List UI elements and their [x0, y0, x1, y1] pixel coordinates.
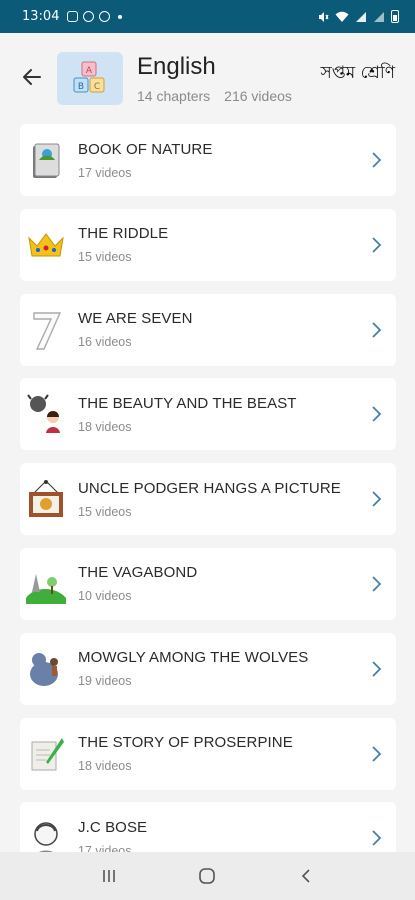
subject-meta: 14 chapters 216 videos [137, 88, 292, 104]
chapter-title: UNCLE PODGER HANGS A PICTURE [78, 479, 341, 497]
svg-text:C: C [94, 82, 100, 92]
class-label: সপ্তম শ্রেণি [320, 63, 395, 83]
notification-icons [67, 11, 123, 22]
chat-notification-icon [83, 11, 95, 22]
chapter-title: BOOK OF NATURE [78, 140, 213, 158]
chapter-title: THE BEAUTY AND THE BEAST [78, 394, 297, 412]
crown-icon [26, 223, 66, 267]
chevron-right-icon [372, 745, 382, 762]
chapter-card[interactable]: THE VAGABOND 10 videos [20, 547, 396, 620]
abc-blocks-icon: A B C [73, 61, 105, 92]
chapter-title: THE VAGABOND [78, 564, 198, 582]
chapter-card[interactable]: WE ARE SEVEN 16 videos [20, 293, 396, 366]
chapter-video-count: 17 videos [78, 165, 132, 180]
recent-apps-button[interactable] [89, 861, 129, 891]
recent-apps-icon [103, 870, 115, 882]
system-icons [317, 10, 399, 23]
chapter-card[interactable]: MOWGLY AMONG THE WOLVES 19 videos [20, 632, 396, 705]
book-nature-icon [26, 138, 66, 182]
subject-header: A B C English 14 chapters 216 videos সপ্ত… [0, 33, 415, 118]
back-arrow-icon[interactable] [20, 65, 44, 89]
home-icon [199, 868, 216, 884]
wifi-icon [335, 11, 349, 22]
chevron-right-icon [372, 152, 382, 168]
more-notifications-dot [118, 14, 123, 19]
landscape-icon [26, 562, 66, 606]
chapter-video-count: 10 videos [78, 589, 132, 604]
chapter-card[interactable]: BOOK OF NATURE 17 videos [20, 124, 396, 196]
chapter-video-count: 18 videos [78, 759, 132, 774]
subject-thumbnail: A B C [57, 52, 123, 105]
chevron-right-icon [372, 321, 382, 338]
battery-icon [391, 10, 399, 23]
chapter-video-count: 15 videos [78, 250, 132, 265]
chapter-card[interactable]: THE BEAUTY AND THE BEAST 18 videos [20, 378, 396, 451]
chapter-card[interactable]: UNCLE PODGER HANGS A PICTURE 15 videos [20, 463, 396, 536]
signal-icon [356, 11, 366, 22]
chapter-video-count: 16 videos [78, 335, 132, 350]
signal-2-icon [374, 11, 384, 22]
picture-frame-icon [26, 477, 66, 521]
whatsapp-notification-icon [99, 11, 111, 22]
chapter-list: BOOK OF NATURE 17 videos THE RIDDLE 15 vid… [20, 124, 396, 887]
status-time: 13:04 [22, 9, 60, 24]
chapter-video-count: 15 videos [78, 504, 132, 519]
status-bar: 13:04 [0, 0, 415, 33]
chapter-video-count: 19 videos [78, 674, 132, 689]
chevron-right-icon [372, 830, 382, 847]
back-button[interactable] [286, 861, 326, 891]
scroll-quill-icon [26, 732, 66, 776]
chapter-title: J.C BOSE [78, 818, 148, 836]
back-icon [301, 869, 310, 883]
chapter-video-count: 18 videos [78, 419, 132, 434]
subject-title: English [137, 53, 216, 80]
video-count: 216 videos [224, 88, 292, 104]
mute-icon [319, 11, 329, 22]
chapter-title: WE ARE SEVEN [78, 310, 193, 328]
chapter-card[interactable]: THE STORY OF PROSERPINE 18 videos [20, 717, 396, 790]
chevron-right-icon [372, 406, 382, 423]
chapter-count: 14 chapters [137, 88, 211, 104]
chevron-right-icon [372, 237, 382, 253]
chapter-card[interactable]: THE RIDDLE 15 videos [20, 208, 396, 281]
chapter-title: THE STORY OF PROSERPINE [78, 734, 293, 752]
number-seven-icon [26, 308, 66, 352]
chevron-right-icon [372, 576, 382, 592]
jungle-book-icon [26, 647, 66, 691]
gallery-notification-icon [67, 11, 79, 22]
home-button[interactable] [187, 861, 227, 891]
chapter-title: THE RIDDLE [78, 225, 169, 243]
svg-text:B: B [78, 82, 84, 92]
android-navigation-bar [0, 852, 415, 900]
beauty-beast-icon [26, 392, 66, 436]
chapter-title: MOWGLY AMONG THE WOLVES [78, 649, 309, 667]
chevron-right-icon [372, 661, 382, 677]
svg-text:A: A [86, 66, 93, 76]
chevron-right-icon [372, 491, 382, 507]
